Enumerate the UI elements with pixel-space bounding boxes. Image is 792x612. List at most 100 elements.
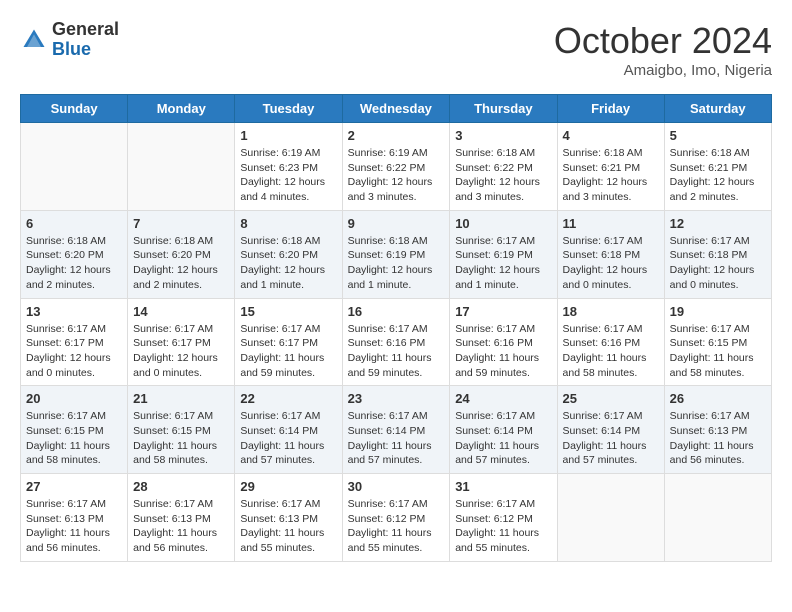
calendar-cell: 30 Sunrise: 6:17 AMSunset: 6:12 PMDayligh…	[342, 474, 450, 562]
day-info: Sunrise: 6:17 AMSunset: 6:13 PMDaylight:…	[26, 497, 122, 556]
calendar-cell: 31 Sunrise: 6:17 AMSunset: 6:12 PMDayligh…	[450, 474, 557, 562]
day-number: 15	[240, 304, 336, 319]
day-info: Sunrise: 6:17 AMSunset: 6:15 PMDaylight:…	[26, 409, 122, 468]
day-info: Sunrise: 6:17 AMSunset: 6:13 PMDaylight:…	[670, 409, 766, 468]
calendar-cell	[21, 123, 128, 211]
calendar-cell: 19 Sunrise: 6:17 AMSunset: 6:15 PMDayligh…	[664, 298, 771, 386]
day-number: 4	[563, 128, 659, 143]
calendar-week-row: 6 Sunrise: 6:18 AMSunset: 6:20 PMDaylight…	[21, 210, 772, 298]
day-info: Sunrise: 6:17 AMSunset: 6:13 PMDaylight:…	[240, 497, 336, 556]
day-info: Sunrise: 6:17 AMSunset: 6:14 PMDaylight:…	[563, 409, 659, 468]
day-number: 18	[563, 304, 659, 319]
day-info: Sunrise: 6:17 AMSunset: 6:12 PMDaylight:…	[455, 497, 551, 556]
day-number: 8	[240, 216, 336, 231]
weekday-header-tuesday: Tuesday	[235, 95, 342, 123]
day-number: 25	[563, 391, 659, 406]
calendar-cell: 18Sunrise: 6:17 AMSunset: 6:16 PMDayligh…	[557, 298, 664, 386]
day-number: 5	[670, 128, 766, 143]
day-info: Sunrise: 6:18 AMSunset: 6:21 PMDaylight:…	[563, 146, 659, 205]
weekday-header-friday: Friday	[557, 95, 664, 123]
weekday-header-wednesday: Wednesday	[342, 95, 450, 123]
day-info: Sunrise: 6:19 AMSunset: 6:23 PMDaylight:…	[240, 146, 336, 205]
day-number: 7	[133, 216, 229, 231]
day-info: Sunrise: 6:19 AMSunset: 6:22 PMDaylight:…	[348, 146, 445, 205]
calendar-cell	[664, 474, 771, 562]
day-info: Sunrise: 6:17 AMSunset: 6:15 PMDaylight:…	[133, 409, 229, 468]
calendar-cell: 1 Sunrise: 6:19 AMSunset: 6:23 PMDaylight…	[235, 123, 342, 211]
day-number: 29	[240, 479, 336, 494]
day-info: Sunrise: 6:17 AMSunset: 6:18 PMDaylight:…	[670, 234, 766, 293]
day-number: 12	[670, 216, 766, 231]
day-number: 2	[348, 128, 445, 143]
day-number: 26	[670, 391, 766, 406]
day-number: 14	[133, 304, 229, 319]
day-number: 28	[133, 479, 229, 494]
calendar-cell: 13 Sunrise: 6:17 AMSunset: 6:17 PMDayligh…	[21, 298, 128, 386]
calendar-cell: 26 Sunrise: 6:17 AMSunset: 6:13 PMDayligh…	[664, 386, 771, 474]
calendar-week-row: 27 Sunrise: 6:17 AMSunset: 6:13 PMDayligh…	[21, 474, 772, 562]
day-info: Sunrise: 6:18 AMSunset: 6:20 PMDaylight:…	[133, 234, 229, 293]
day-info: Sunrise: 6:18 AMSunset: 6:21 PMDaylight:…	[670, 146, 766, 205]
day-info: Sunrise: 6:17 AMSunset: 6:17 PMDaylight:…	[240, 322, 336, 381]
month-title: October 2024	[554, 20, 772, 62]
calendar-cell: 10 Sunrise: 6:17 AMSunset: 6:19 PMDayligh…	[450, 210, 557, 298]
calendar-table: SundayMondayTuesdayWednesdayThursdayFrid…	[20, 94, 772, 562]
day-number: 27	[26, 479, 122, 494]
calendar-cell: 16Sunrise: 6:17 AMSunset: 6:16 PMDayligh…	[342, 298, 450, 386]
calendar-cell: 23 Sunrise: 6:17 AMSunset: 6:14 PMDayligh…	[342, 386, 450, 474]
calendar-week-row: 13 Sunrise: 6:17 AMSunset: 6:17 PMDayligh…	[21, 298, 772, 386]
day-number: 31	[455, 479, 551, 494]
calendar-cell: 12 Sunrise: 6:17 AMSunset: 6:18 PMDayligh…	[664, 210, 771, 298]
day-info: Sunrise: 6:17 AMSunset: 6:12 PMDaylight:…	[348, 497, 445, 556]
day-info: Sunrise: 6:17 AMSunset: 6:15 PMDaylight:…	[670, 322, 766, 381]
day-number: 24	[455, 391, 551, 406]
day-info: Sunrise: 6:17 AMSunset: 6:14 PMDaylight:…	[348, 409, 445, 468]
day-number: 19	[670, 304, 766, 319]
calendar-cell: 21 Sunrise: 6:17 AMSunset: 6:15 PMDayligh…	[128, 386, 235, 474]
day-number: 9	[348, 216, 445, 231]
day-number: 30	[348, 479, 445, 494]
day-info: Sunrise: 6:17 AMSunset: 6:18 PMDaylight:…	[563, 234, 659, 293]
day-info: Sunrise: 6:17 AMSunset: 6:16 PMDaylight:…	[455, 322, 551, 381]
calendar-week-row: 1 Sunrise: 6:19 AMSunset: 6:23 PMDaylight…	[21, 123, 772, 211]
page-header: General Blue October 2024 Amaigbo, Imo, …	[20, 20, 772, 79]
calendar-cell: 9Sunrise: 6:18 AMSunset: 6:19 PMDaylight…	[342, 210, 450, 298]
day-number: 17	[455, 304, 551, 319]
calendar-cell: 14 Sunrise: 6:17 AMSunset: 6:17 PMDayligh…	[128, 298, 235, 386]
calendar-week-row: 20Sunrise: 6:17 AMSunset: 6:15 PMDayligh…	[21, 386, 772, 474]
day-number: 6	[26, 216, 122, 231]
location-subtitle: Amaigbo, Imo, Nigeria	[554, 62, 772, 79]
calendar-cell: 28 Sunrise: 6:17 AMSunset: 6:13 PMDayligh…	[128, 474, 235, 562]
day-number: 22	[240, 391, 336, 406]
calendar-cell: 20Sunrise: 6:17 AMSunset: 6:15 PMDayligh…	[21, 386, 128, 474]
day-info: Sunrise: 6:18 AMSunset: 6:22 PMDaylight:…	[455, 146, 551, 205]
calendar-cell: 8Sunrise: 6:18 AMSunset: 6:20 PMDaylight…	[235, 210, 342, 298]
day-info: Sunrise: 6:17 AMSunset: 6:13 PMDaylight:…	[133, 497, 229, 556]
weekday-header-row: SundayMondayTuesdayWednesdayThursdayFrid…	[21, 95, 772, 123]
calendar-cell: 5 Sunrise: 6:18 AMSunset: 6:21 PMDaylight…	[664, 123, 771, 211]
calendar-cell: 7 Sunrise: 6:18 AMSunset: 6:20 PMDaylight…	[128, 210, 235, 298]
logo-icon	[20, 26, 48, 54]
calendar-cell: 24Sunrise: 6:17 AMSunset: 6:14 PMDayligh…	[450, 386, 557, 474]
day-number: 21	[133, 391, 229, 406]
title-block: October 2024 Amaigbo, Imo, Nigeria	[554, 20, 772, 79]
calendar-cell	[128, 123, 235, 211]
calendar-cell: 25 Sunrise: 6:17 AMSunset: 6:14 PMDayligh…	[557, 386, 664, 474]
day-number: 1	[240, 128, 336, 143]
calendar-cell: 29 Sunrise: 6:17 AMSunset: 6:13 PMDayligh…	[235, 474, 342, 562]
day-info: Sunrise: 6:17 AMSunset: 6:17 PMDaylight:…	[26, 322, 122, 381]
calendar-cell: 4 Sunrise: 6:18 AMSunset: 6:21 PMDaylight…	[557, 123, 664, 211]
day-number: 23	[348, 391, 445, 406]
day-number: 10	[455, 216, 551, 231]
day-info: Sunrise: 6:17 AMSunset: 6:19 PMDaylight:…	[455, 234, 551, 293]
day-info: Sunrise: 6:17 AMSunset: 6:17 PMDaylight:…	[133, 322, 229, 381]
logo-text-general: General	[52, 19, 119, 39]
day-info: Sunrise: 6:17 AMSunset: 6:16 PMDaylight:…	[348, 322, 445, 381]
calendar-cell: 2 Sunrise: 6:19 AMSunset: 6:22 PMDaylight…	[342, 123, 450, 211]
day-number: 13	[26, 304, 122, 319]
day-info: Sunrise: 6:18 AMSunset: 6:20 PMDaylight:…	[26, 234, 122, 293]
calendar-cell: 6 Sunrise: 6:18 AMSunset: 6:20 PMDaylight…	[21, 210, 128, 298]
calendar-cell: 22Sunrise: 6:17 AMSunset: 6:14 PMDayligh…	[235, 386, 342, 474]
day-number: 11	[563, 216, 659, 231]
weekday-header-thursday: Thursday	[450, 95, 557, 123]
